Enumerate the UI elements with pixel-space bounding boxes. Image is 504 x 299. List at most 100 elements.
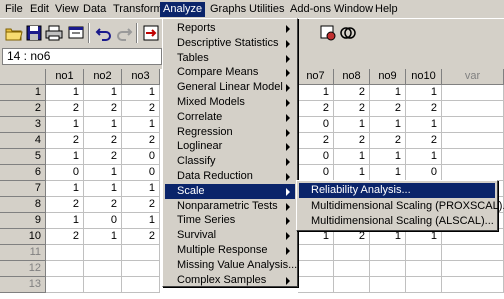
analyze-menu-item[interactable]: Regression bbox=[165, 125, 295, 140]
grid-cell[interactable]: 2 bbox=[370, 101, 406, 117]
row-header[interactable]: 1 bbox=[0, 85, 46, 101]
analyze-menu-item[interactable]: Data Reduction bbox=[165, 169, 295, 184]
grid-cell[interactable]: 2 bbox=[334, 133, 370, 149]
column-header[interactable]: no3 bbox=[122, 69, 160, 85]
save-icon[interactable] bbox=[24, 23, 44, 43]
grid-cell[interactable]: 1 bbox=[84, 117, 122, 133]
grid-cell[interactable] bbox=[298, 277, 334, 293]
row-header[interactable]: 3 bbox=[0, 117, 46, 133]
column-header[interactable]: no7 bbox=[298, 69, 334, 85]
row-header[interactable]: 8 bbox=[0, 197, 46, 213]
grid-cell[interactable]: 0 bbox=[298, 165, 334, 181]
grid-cell[interactable]: 2 bbox=[370, 133, 406, 149]
use-sets-icon[interactable] bbox=[338, 23, 358, 43]
open-icon[interactable] bbox=[4, 23, 24, 43]
analyze-menu-item[interactable]: Survival bbox=[165, 228, 295, 243]
grid-cell[interactable]: 1 bbox=[122, 117, 160, 133]
grid-cell[interactable]: 0 bbox=[298, 149, 334, 165]
grid-cell[interactable]: 2 bbox=[122, 101, 160, 117]
grid-cell[interactable]: 0 bbox=[122, 149, 160, 165]
grid-cell[interactable]: 1 bbox=[84, 181, 122, 197]
column-header[interactable]: no10 bbox=[406, 69, 442, 85]
analyze-menu-item[interactable]: Classify bbox=[165, 154, 295, 169]
grid-cell[interactable]: 1 bbox=[334, 165, 370, 181]
grid-cell[interactable]: 2 bbox=[84, 101, 122, 117]
analyze-menu-item[interactable]: Compare Means bbox=[165, 65, 295, 80]
grid-cell[interactable] bbox=[406, 277, 442, 293]
grid-cell[interactable]: 2 bbox=[122, 197, 160, 213]
menu-file[interactable]: File bbox=[2, 2, 26, 17]
grid-cell[interactable]: 1 bbox=[122, 213, 160, 229]
goto-case-icon[interactable] bbox=[141, 23, 161, 43]
row-header[interactable]: 9 bbox=[0, 213, 46, 229]
scale-submenu-item[interactable]: Multidimensional Scaling (PROXSCAL)... bbox=[299, 199, 504, 214]
grid-cell[interactable] bbox=[406, 261, 442, 277]
menu-analyze[interactable]: Analyze bbox=[160, 2, 206, 17]
grid-cell[interactable]: 1 bbox=[406, 117, 442, 133]
analyze-menu-item[interactable]: Descriptive Statistics bbox=[165, 36, 295, 51]
analyze-menu-item[interactable]: Correlate bbox=[165, 110, 295, 125]
analyze-menu-item[interactable]: Nonparametric Tests bbox=[165, 199, 295, 214]
menu-edit[interactable]: Edit bbox=[27, 2, 52, 17]
grid-cell[interactable] bbox=[442, 277, 504, 293]
grid-cell[interactable]: 2 bbox=[84, 133, 122, 149]
grid-cell[interactable]: 2 bbox=[122, 133, 160, 149]
analyze-menu-item[interactable]: Tables bbox=[165, 51, 295, 66]
cell-reference-field[interactable]: 14 : no6 bbox=[2, 48, 162, 65]
grid-cell[interactable]: 1 bbox=[370, 229, 406, 245]
grid-cell[interactable] bbox=[298, 261, 334, 277]
menu-add-ons[interactable]: Add-ons bbox=[287, 2, 334, 17]
grid-cell[interactable]: 0 bbox=[84, 213, 122, 229]
grid-cell[interactable] bbox=[370, 245, 406, 261]
undo-icon[interactable] bbox=[94, 23, 114, 43]
row-header[interactable]: 2 bbox=[0, 101, 46, 117]
grid-cell[interactable] bbox=[46, 261, 84, 277]
grid-cell[interactable]: 2 bbox=[46, 197, 84, 213]
grid-corner[interactable] bbox=[0, 69, 46, 85]
grid-cell[interactable] bbox=[442, 85, 504, 101]
grid-cell[interactable] bbox=[370, 277, 406, 293]
analyze-menu-item[interactable]: Scale bbox=[165, 183, 295, 199]
grid-cell[interactable]: 1 bbox=[46, 213, 84, 229]
grid-cell[interactable]: 1 bbox=[370, 149, 406, 165]
redo-icon[interactable] bbox=[114, 23, 134, 43]
grid-cell[interactable]: 2 bbox=[84, 149, 122, 165]
row-header[interactable]: 10 bbox=[0, 229, 46, 245]
grid-cell[interactable] bbox=[122, 261, 160, 277]
menu-window[interactable]: Window bbox=[331, 2, 376, 17]
grid-cell[interactable] bbox=[442, 261, 504, 277]
column-header[interactable]: no1 bbox=[46, 69, 84, 85]
grid-cell[interactable] bbox=[442, 229, 504, 245]
grid-cell[interactable]: 2 bbox=[122, 229, 160, 245]
menu-view[interactable]: View bbox=[52, 2, 82, 17]
grid-cell[interactable] bbox=[46, 245, 84, 261]
grid-cell[interactable]: 2 bbox=[334, 229, 370, 245]
column-header[interactable]: no9 bbox=[370, 69, 406, 85]
grid-cell[interactable]: 2 bbox=[334, 101, 370, 117]
row-header[interactable]: 11 bbox=[0, 245, 46, 261]
grid-cell[interactable]: 1 bbox=[46, 85, 84, 101]
grid-cell[interactable]: 1 bbox=[84, 85, 122, 101]
grid-cell[interactable]: 1 bbox=[84, 229, 122, 245]
grid-cell[interactable] bbox=[46, 277, 84, 293]
grid-cell[interactable] bbox=[84, 277, 122, 293]
grid-cell[interactable]: 2 bbox=[298, 133, 334, 149]
grid-cell[interactable]: 1 bbox=[370, 85, 406, 101]
grid-cell[interactable]: 2 bbox=[84, 197, 122, 213]
analyze-menu-item[interactable]: Multiple Response bbox=[165, 243, 295, 258]
grid-cell[interactable]: 1 bbox=[370, 165, 406, 181]
menu-transform[interactable]: Transform bbox=[110, 2, 166, 17]
grid-cell[interactable]: 0 bbox=[122, 165, 160, 181]
analyze-menu-item[interactable]: Missing Value Analysis... bbox=[165, 258, 297, 273]
menu-graphs[interactable]: Graphs bbox=[207, 2, 249, 17]
grid-cell[interactable] bbox=[84, 245, 122, 261]
row-header[interactable]: 6 bbox=[0, 165, 46, 181]
grid-cell[interactable]: 1 bbox=[406, 229, 442, 245]
grid-cell[interactable]: 2 bbox=[298, 101, 334, 117]
row-header[interactable]: 13 bbox=[0, 277, 46, 293]
grid-cell[interactable]: 1 bbox=[334, 117, 370, 133]
row-header[interactable]: 12 bbox=[0, 261, 46, 277]
grid-cell[interactable]: 1 bbox=[46, 117, 84, 133]
grid-cell[interactable]: 1 bbox=[122, 85, 160, 101]
grid-cell[interactable]: 1 bbox=[334, 149, 370, 165]
